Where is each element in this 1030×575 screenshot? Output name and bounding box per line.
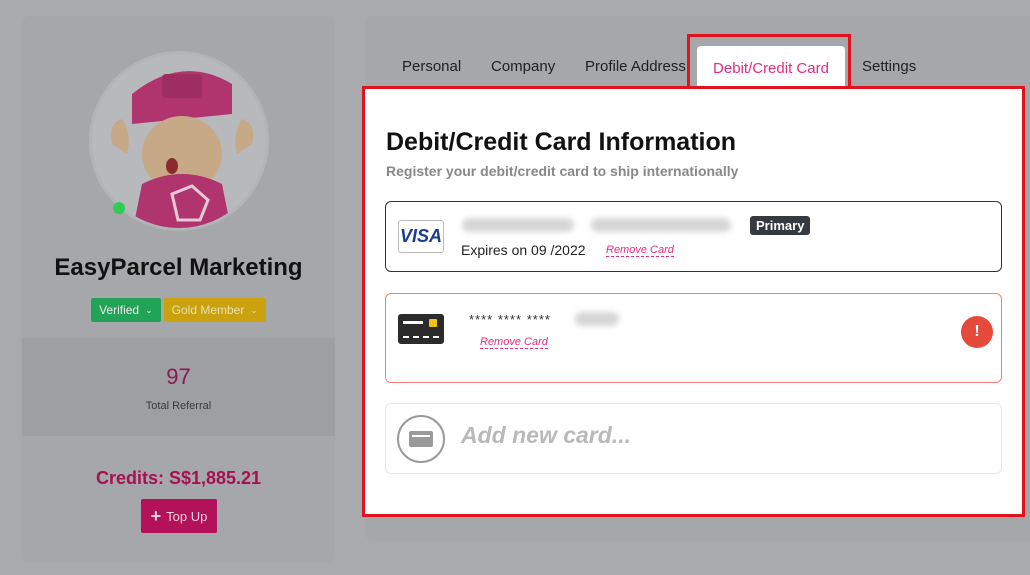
card-expiry: Expires on 09 /2022 (461, 242, 586, 258)
section-subtitle: Register your debit/credit card to ship … (386, 163, 739, 179)
tab-company[interactable]: Company (491, 58, 555, 75)
verified-label: Verified (99, 303, 140, 317)
remove-card-link[interactable]: Remove Card (606, 244, 674, 257)
section-title: Debit/Credit Card Information (386, 128, 737, 156)
referral-label: Total Referral (145, 400, 212, 412)
add-new-card-row[interactable]: Add new card... (385, 403, 1002, 474)
add-new-card-label: Add new card... (461, 422, 631, 448)
tab-settings[interactable]: Settings (862, 58, 916, 75)
tab-debit-credit-card[interactable]: Debit/Credit Card (697, 46, 845, 91)
blurred-cardholder-name (462, 218, 574, 232)
gold-member-label: Gold Member (171, 303, 245, 317)
tab-profile-address[interactable]: Profile Address (585, 58, 686, 75)
saved-card-unverified[interactable]: **** **** **** Remove Card ! (385, 293, 1002, 383)
profile-card: EasyParcel Marketing Verified ⌄ Gold Mem… (22, 16, 335, 563)
add-card-icon (397, 415, 445, 463)
primary-badge: Primary (750, 216, 811, 235)
chevron-down-icon: ⌄ (145, 305, 153, 315)
profile-badges: Verified ⌄ Gold Member ⌄ (22, 298, 335, 322)
tab-highlight-frame: Debit/Credit Card (687, 34, 851, 91)
online-status-dot (113, 202, 125, 214)
saved-card-visa[interactable]: VISA Primary Expires on 09 /2022 Remove … (385, 201, 1002, 272)
masked-card-number: **** **** **** (469, 312, 551, 327)
remove-card-link[interactable]: Remove Card (480, 336, 548, 349)
plus-icon: + (150, 505, 162, 526)
alert-icon[interactable]: ! (961, 316, 993, 348)
tab-bar: Personal Company Profile Address Debit/C… (365, 16, 1030, 91)
referral-block: 97 Total Referral (22, 338, 335, 436)
tab-personal[interactable]: Personal (402, 58, 461, 75)
credits-balance: Credits: S$1,885.21 (95, 468, 262, 488)
blurred-card-number (591, 218, 731, 232)
blurred-last-digits (575, 312, 619, 326)
card-information-panel: Debit/Credit Card Information Register y… (362, 86, 1025, 517)
verified-badge[interactable]: Verified ⌄ (91, 298, 161, 322)
profile-name: EasyParcel Marketing (54, 254, 303, 281)
top-up-button[interactable]: + Top Up (141, 499, 217, 533)
referral-count: 97 (166, 364, 191, 389)
chevron-down-icon: ⌄ (250, 305, 258, 315)
credit-card-icon (398, 314, 444, 344)
top-up-label: Top Up (166, 508, 208, 524)
gold-member-badge[interactable]: Gold Member ⌄ (163, 298, 266, 322)
visa-logo-icon: VISA (398, 220, 444, 253)
